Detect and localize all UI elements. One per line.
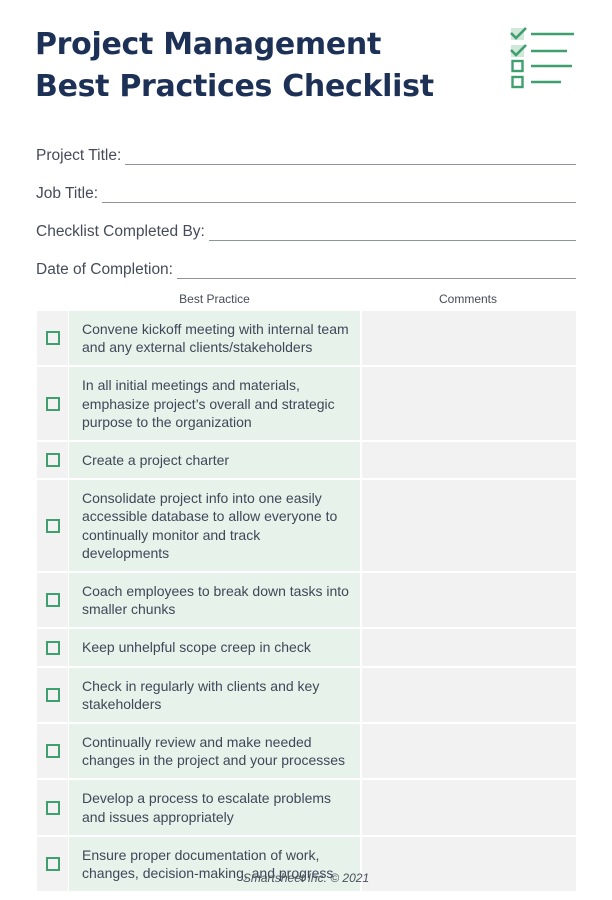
- table-header: Best Practice Comments: [37, 288, 576, 309]
- table-row: Consolidate project info into one easily…: [37, 478, 576, 572]
- best-practice-cell: Convene kickoff meeting with internal te…: [69, 311, 360, 366]
- table-row: In all initial meetings and materials, e…: [37, 365, 576, 441]
- checkbox[interactable]: [45, 857, 60, 872]
- field-label: Job Title:: [36, 185, 99, 202]
- field-job-title: Job Title:: [36, 166, 576, 204]
- project-title-input[interactable]: [125, 147, 576, 165]
- checkbox-cell: [37, 311, 68, 366]
- title-line-2: Best Practices Checklist: [35, 69, 434, 104]
- completed-by-input[interactable]: [208, 223, 576, 241]
- date-of-completion-input[interactable]: [177, 261, 576, 279]
- page-title: Project Management Best Practices Checkl…: [35, 24, 434, 108]
- checkbox[interactable]: [45, 687, 60, 702]
- logo-box-4: [511, 75, 524, 89]
- checkbox-cell: [37, 573, 68, 628]
- comments-cell[interactable]: [362, 724, 576, 779]
- checkbox-cell: [37, 724, 68, 779]
- checkbox[interactable]: [45, 331, 60, 346]
- checkbox[interactable]: [45, 800, 60, 815]
- checkbox-cell: [37, 780, 68, 835]
- title-line-1: Project Management: [35, 27, 382, 62]
- checkbox[interactable]: [45, 593, 60, 608]
- field-label: Checklist Completed By:: [36, 223, 205, 240]
- footer-copyright: Smartsheet Inc. © 2021: [242, 871, 370, 885]
- info-fields: Project Title: Job Title: Checklist Comp…: [36, 128, 576, 280]
- checklist-table: Best Practice Comments Convene kickoff m…: [37, 288, 576, 892]
- checkbox-cell: [37, 629, 68, 666]
- table-row: Keep unhelpful scope creep in check: [37, 627, 576, 666]
- header-comments: Comments: [438, 291, 497, 306]
- table-row: Develop a process to escalate problems a…: [37, 778, 576, 835]
- best-practice-cell: Coach employees to break down tasks into…: [69, 573, 360, 628]
- best-practice-cell: Check in regularly with clients and key …: [69, 667, 360, 723]
- best-practice-cell: Consolidate project info into one easily…: [69, 480, 360, 572]
- checkbox-cell: [37, 367, 68, 441]
- field-label: Project Title:: [36, 147, 122, 164]
- checkbox-cell: [37, 442, 68, 479]
- checklist-icon: [510, 27, 574, 89]
- comments-cell[interactable]: [362, 780, 576, 835]
- table-row: Convene kickoff meeting with internal te…: [37, 309, 576, 366]
- comments-cell[interactable]: [362, 442, 576, 479]
- best-practice-cell: Continually review and make needed chang…: [69, 724, 360, 779]
- comments-cell[interactable]: [362, 311, 576, 366]
- checkbox-cell: [37, 667, 68, 723]
- table-row: Continually review and make needed chang…: [37, 722, 576, 779]
- logo-box-3: [511, 59, 524, 73]
- comments-cell[interactable]: [362, 367, 576, 441]
- field-label: Date of Completion:: [36, 261, 173, 278]
- best-practice-cell: In all initial meetings and materials, e…: [69, 367, 360, 441]
- table-row: Check in regularly with clients and key …: [37, 665, 576, 723]
- best-practice-cell: Develop a process to escalate problems a…: [69, 780, 360, 835]
- table-row: Create a project charter: [37, 440, 576, 479]
- comments-cell[interactable]: [362, 573, 576, 628]
- comments-cell[interactable]: [362, 667, 576, 723]
- field-completed-by: Checklist Completed By:: [36, 204, 576, 242]
- checkbox[interactable]: [45, 396, 60, 411]
- field-project-title: Project Title:: [36, 128, 576, 166]
- comments-cell[interactable]: [362, 480, 576, 572]
- checkbox[interactable]: [45, 640, 60, 655]
- header-best-practice: Best Practice: [179, 291, 250, 306]
- comments-cell[interactable]: [362, 629, 576, 666]
- table-row: Coach employees to break down tasks into…: [37, 571, 576, 628]
- table-body: Convene kickoff meeting with internal te…: [37, 309, 576, 892]
- field-date-of-completion: Date of Completion:: [36, 242, 576, 280]
- best-practice-cell: Create a project charter: [69, 442, 360, 479]
- best-practice-cell: Keep unhelpful scope creep in check: [69, 629, 360, 666]
- checkbox[interactable]: [45, 518, 60, 533]
- checkbox[interactable]: [45, 453, 60, 468]
- checkbox[interactable]: [45, 744, 60, 759]
- job-title-input[interactable]: [102, 185, 576, 203]
- checkbox-cell: [37, 480, 68, 572]
